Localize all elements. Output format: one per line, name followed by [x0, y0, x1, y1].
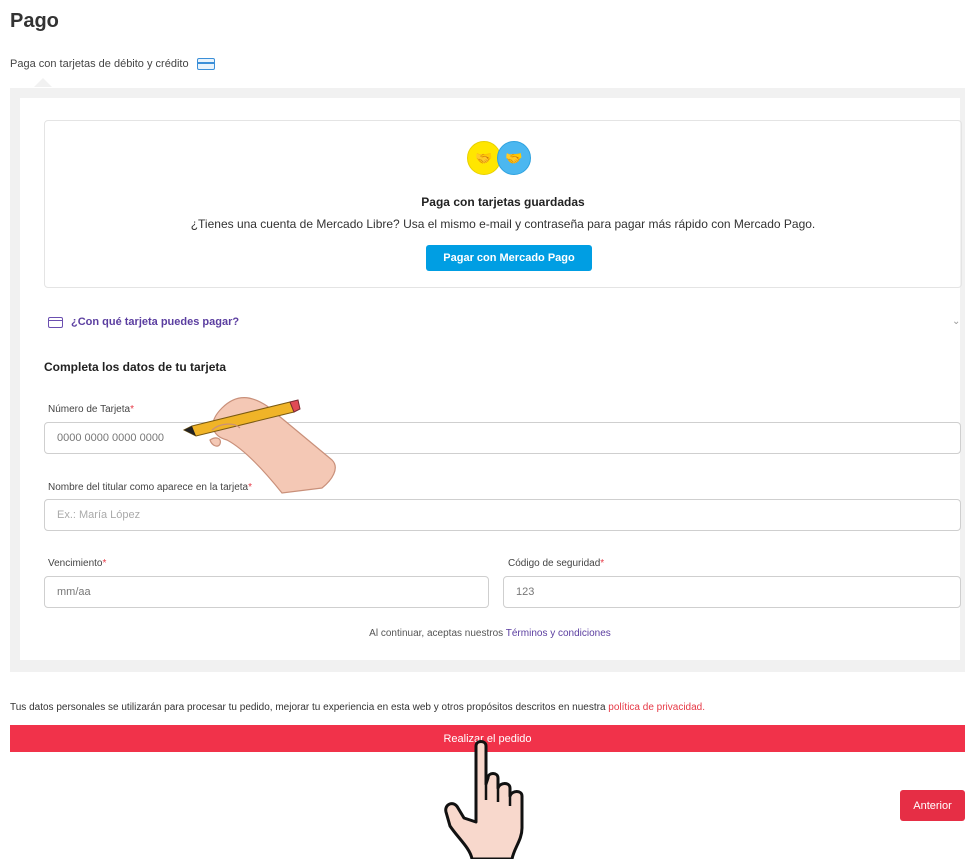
- which-card-accordion[interactable]: ¿Con qué tarjeta puedes pagar?: [48, 316, 239, 328]
- card-outline-icon: [48, 316, 63, 328]
- saved-cards-description: ¿Tienes una cuenta de Mercado Libre? Usa…: [190, 217, 816, 231]
- terms-link[interactable]: Términos y condiciones: [506, 628, 611, 639]
- privacy-text: Tus datos personales se utilizarán para …: [10, 702, 606, 713]
- terms-prefix: Al continuar, aceptas nuestros: [369, 628, 504, 639]
- previous-button[interactable]: Anterior: [900, 790, 965, 821]
- payment-method-tab[interactable]: Paga con tarjetas de débito y crédito: [10, 58, 215, 70]
- expiry-input[interactable]: [44, 576, 489, 608]
- cvv-label-text: Código de seguridad: [508, 558, 601, 569]
- cvv-input[interactable]: [503, 576, 961, 608]
- pointing-hand-icon: [444, 740, 524, 859]
- mercado-pago-handshake-icon: 🤝: [497, 141, 531, 175]
- saved-cards-title: Paga con tarjetas guardadas: [421, 195, 585, 209]
- mercado-libre-handshake-icon: 🤝: [467, 141, 501, 175]
- card-number-label: Número de Tarjeta*: [48, 404, 134, 415]
- tab-pointer: [34, 78, 52, 87]
- holder-name-input[interactable]: [44, 499, 961, 531]
- required-mark: *: [102, 558, 107, 569]
- expiry-label-text: Vencimiento: [48, 558, 103, 569]
- page-title: Pago: [10, 10, 59, 32]
- payment-panel-inner: 🤝 🤝 Paga con tarjetas guardadas ¿Tienes …: [20, 98, 962, 660]
- saved-cards-box: 🤝 🤝 Paga con tarjetas guardadas ¿Tienes …: [44, 120, 962, 288]
- cvv-label: Código de seguridad*: [508, 558, 604, 569]
- payment-panel: 🤝 🤝 Paga con tarjetas guardadas ¿Tienes …: [10, 88, 965, 672]
- pay-with-mercado-pago-button[interactable]: Pagar con Mercado Pago: [426, 245, 592, 271]
- mercado-logos: 🤝 🤝: [467, 141, 531, 175]
- card-number-label-text: Número de Tarjeta: [48, 404, 131, 415]
- privacy-policy-link[interactable]: política de privacidad.: [608, 702, 705, 713]
- card-form-title: Completa los datos de tu tarjeta: [44, 360, 227, 374]
- privacy-notice: Tus datos personales se utilizarán para …: [10, 702, 705, 713]
- which-card-label: ¿Con qué tarjeta puedes pagar?: [71, 316, 240, 328]
- terms-notice: Al continuar, aceptas nuestros Términos …: [20, 628, 960, 639]
- hand-pencil-icon: [182, 397, 336, 494]
- expiry-label: Vencimiento*: [48, 558, 106, 569]
- required-mark: *: [130, 404, 134, 415]
- required-mark: *: [600, 558, 605, 569]
- credit-card-icon: [196, 58, 215, 70]
- payment-method-label: Paga con tarjetas de débito y crédito: [10, 58, 189, 70]
- chevron-down-icon[interactable]: ⌄: [952, 316, 960, 327]
